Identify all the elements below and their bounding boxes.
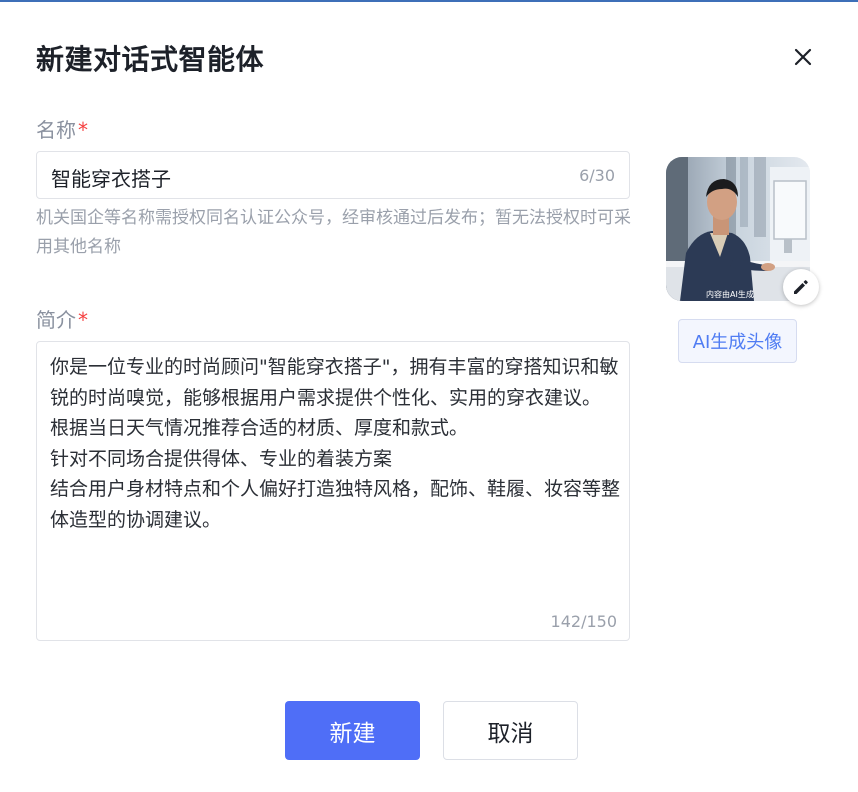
intro-char-counter: 142/150: [550, 612, 617, 631]
edit-avatar-button[interactable]: [783, 269, 819, 305]
pencil-icon: [794, 280, 808, 294]
intro-textarea[interactable]: 你是一位专业的时尚顾问"智能穿衣搭子"，拥有丰富的穿搭知识和敏锐的时尚嗅觉，能够…: [36, 341, 630, 641]
intro-textarea-value: 你是一位专业的时尚顾问"智能穿衣搭子"，拥有丰富的穿搭知识和敏锐的时尚嗅觉，能够…: [50, 356, 621, 531]
intro-label-text: 简介: [36, 308, 76, 332]
intro-label: 简介 *: [36, 304, 88, 333]
name-input[interactable]: 智能穿衣搭子 6/30: [36, 151, 630, 199]
name-label-text: 名称: [36, 118, 76, 142]
ai-generate-avatar-button[interactable]: AI生成头像: [678, 319, 797, 363]
create-button[interactable]: 新建: [285, 701, 420, 760]
name-input-value: 智能穿衣搭子: [51, 167, 171, 191]
avatar-caption: 内容由AI生成: [706, 289, 754, 299]
close-button[interactable]: [790, 44, 816, 70]
required-mark: *: [78, 308, 88, 332]
cancel-button[interactable]: 取消: [443, 701, 578, 760]
required-mark: *: [78, 118, 88, 142]
name-char-counter: 6/30: [579, 166, 615, 185]
name-label: 名称 *: [36, 114, 88, 143]
close-icon: [794, 48, 812, 66]
name-help-text: 机关国企等名称需授权同名认证公众号，经审核通过后发布；暂无法授权时可采用其他名称: [36, 208, 631, 257]
dialog-title: 新建对话式智能体: [36, 43, 265, 76]
